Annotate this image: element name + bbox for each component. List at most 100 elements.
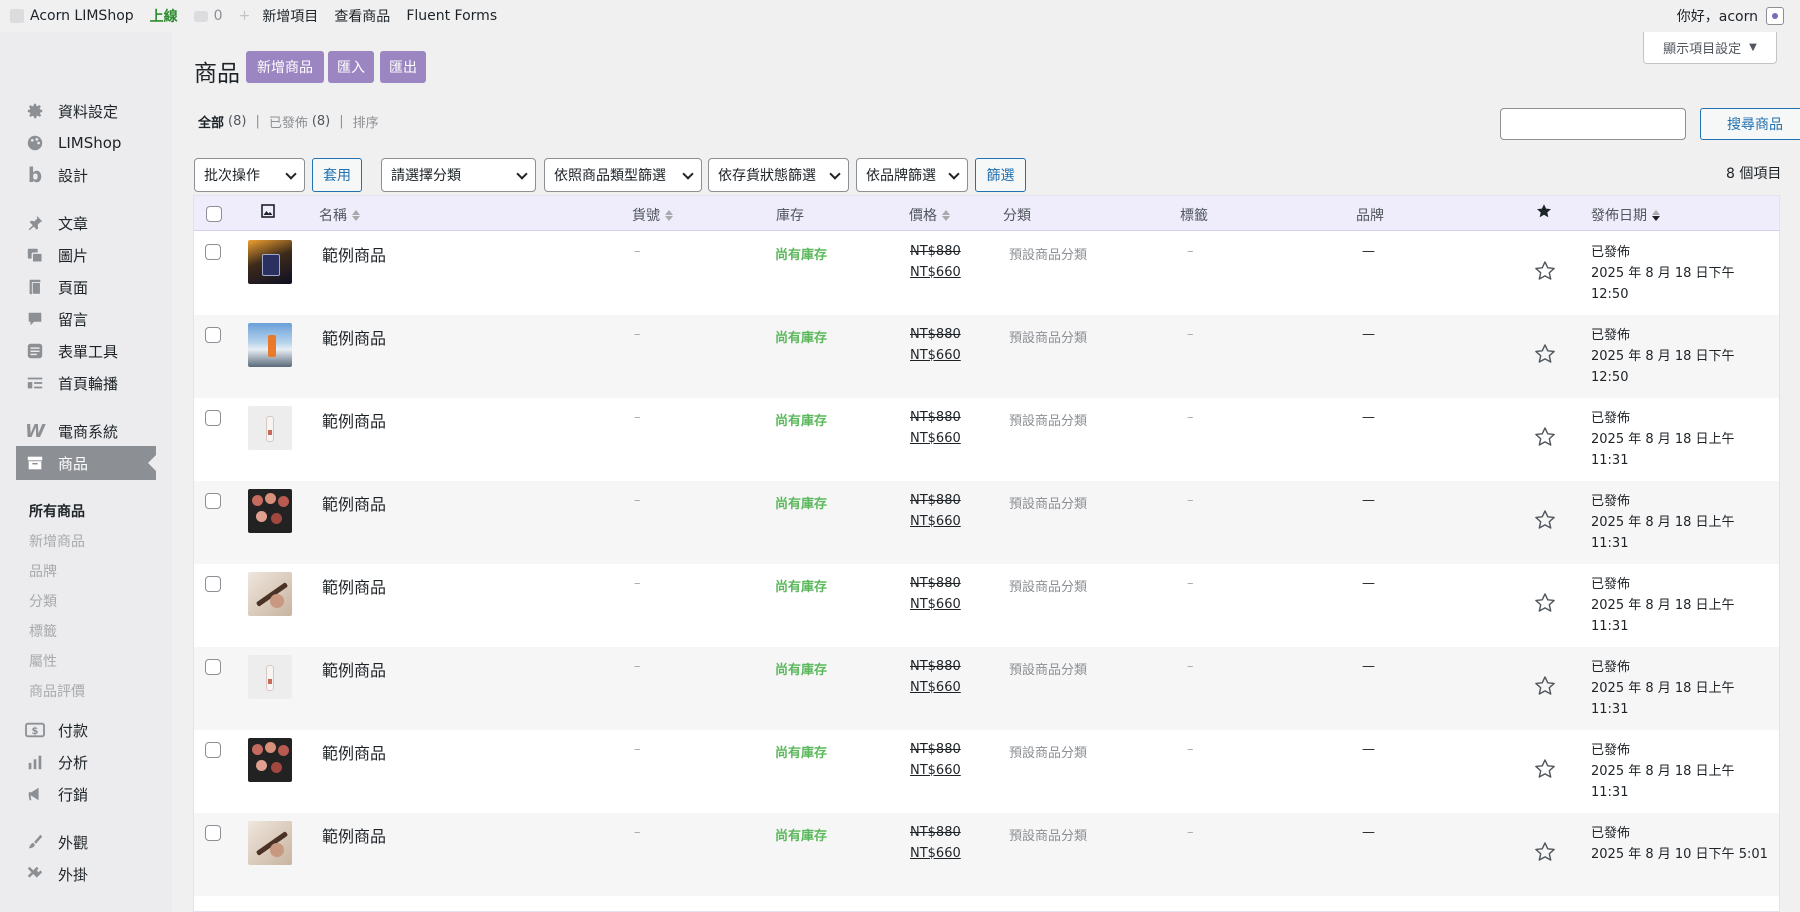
- sku-column-header[interactable]: 貨號: [632, 205, 673, 225]
- menu-item-analytics[interactable]: 分析: [16, 745, 156, 779]
- row-checkbox[interactable]: [205, 825, 221, 841]
- featured-star-icon[interactable]: [1534, 592, 1556, 614]
- product-type-filter-select[interactable]: 依照商品類型篩選: [544, 158, 702, 192]
- product-name[interactable]: 範例商品: [322, 574, 386, 598]
- menu-item-settings[interactable]: 資料設定: [16, 94, 156, 128]
- product-category[interactable]: 預設商品分類: [1009, 493, 1087, 512]
- product-category[interactable]: 預設商品分類: [1009, 410, 1087, 429]
- price-column-header[interactable]: 價格: [909, 205, 950, 225]
- view-products-link[interactable]: 查看商品: [326, 0, 398, 32]
- featured-star-icon[interactable]: [1534, 758, 1556, 780]
- product-category[interactable]: 預設商品分類: [1009, 327, 1087, 346]
- search-products-button[interactable]: 搜尋商品: [1700, 108, 1800, 140]
- product-name[interactable]: 範例商品: [322, 823, 386, 847]
- featured-star-icon[interactable]: [1534, 260, 1556, 282]
- view-sort[interactable]: 排序: [353, 112, 379, 131]
- bulk-actions-select[interactable]: 批次操作: [194, 158, 305, 192]
- date-column-header[interactable]: 發佈日期: [1591, 205, 1660, 225]
- publish-date: 2025 年 8 月 18 日下午: [1591, 349, 1735, 364]
- menu-item-products[interactable]: 商品: [16, 446, 157, 480]
- submenu-brands[interactable]: 品牌: [29, 561, 57, 581]
- view-published[interactable]: 已發佈: [269, 112, 308, 131]
- featured-star-icon[interactable]: [1534, 509, 1556, 531]
- row-checkbox[interactable]: [205, 493, 221, 509]
- menu-item-posts[interactable]: 文章: [16, 206, 156, 240]
- product-category[interactable]: 預設商品分類: [1009, 825, 1087, 844]
- brand-filter-select[interactable]: 依品牌篩選: [856, 158, 968, 192]
- product-thumbnail-mountain[interactable]: [248, 323, 292, 367]
- product-name[interactable]: 範例商品: [322, 408, 386, 432]
- menu-item-ecommerce[interactable]: W 電商系統: [16, 414, 156, 448]
- product-thumbnail-palette[interactable]: [248, 738, 292, 782]
- name-column-header[interactable]: 名稱: [319, 205, 360, 225]
- import-button[interactable]: 匯入: [328, 51, 374, 83]
- category-filter-value: 請選擇分類: [391, 168, 461, 184]
- submenu-reviews[interactable]: 商品評價: [29, 681, 85, 701]
- product-thumbnail-bottle[interactable]: [248, 406, 292, 450]
- row-checkbox[interactable]: [205, 244, 221, 260]
- product-thumbnail-palette[interactable]: [248, 489, 292, 533]
- avatar[interactable]: [1766, 7, 1784, 25]
- row-checkbox[interactable]: [205, 576, 221, 592]
- plus-icon[interactable]: +: [231, 0, 255, 32]
- search-input[interactable]: [1500, 108, 1686, 140]
- fluent-forms-link[interactable]: Fluent Forms: [398, 0, 505, 32]
- product-name[interactable]: 範例商品: [322, 325, 386, 349]
- column-label: 名稱: [319, 208, 347, 224]
- publish-info: 已發佈 2025 年 8 月 18 日上午 11:31: [1591, 491, 1735, 554]
- apply-button[interactable]: 套用: [312, 158, 362, 192]
- menu-item-forms[interactable]: 表單工具: [16, 334, 156, 368]
- submenu-all-products[interactable]: 所有商品: [29, 501, 85, 521]
- new-item-link[interactable]: 新增項目: [254, 0, 326, 32]
- product-thumbnail-brush[interactable]: [248, 821, 292, 865]
- filter-button[interactable]: 篩選: [975, 158, 1026, 192]
- submenu-categories[interactable]: 分類: [29, 591, 57, 611]
- product-name[interactable]: 範例商品: [322, 740, 386, 764]
- menu-item-pages[interactable]: 頁面: [16, 270, 156, 304]
- menu-item-home-slider[interactable]: 首頁輪播: [16, 366, 156, 400]
- stock-filter-select[interactable]: 依存貨狀態篩選: [708, 158, 849, 192]
- product-tags: –: [1187, 244, 1194, 259]
- view-all[interactable]: 全部: [198, 112, 224, 131]
- featured-star-icon[interactable]: [1534, 426, 1556, 448]
- user-greeting[interactable]: 你好，acorn: [1677, 6, 1758, 26]
- menu-item-plugins[interactable]: 外掛: [16, 857, 156, 891]
- product-category[interactable]: 預設商品分類: [1009, 576, 1087, 595]
- add-product-button[interactable]: 新增商品: [246, 51, 324, 83]
- product-category[interactable]: 預設商品分類: [1009, 659, 1087, 678]
- submenu-attributes[interactable]: 屬性: [29, 651, 57, 671]
- featured-star-icon[interactable]: [1534, 343, 1556, 365]
- product-thumbnail-perfume[interactable]: [248, 240, 292, 284]
- product-name[interactable]: 範例商品: [322, 242, 386, 266]
- product-thumbnail-brush[interactable]: [248, 572, 292, 616]
- live-status[interactable]: 上線: [142, 0, 186, 32]
- product-name[interactable]: 範例商品: [322, 491, 386, 515]
- submenu-tags[interactable]: 標籤: [29, 621, 57, 641]
- publish-status: 已發佈: [1591, 328, 1631, 343]
- menu-item-marketing[interactable]: 行銷: [16, 777, 156, 811]
- row-checkbox[interactable]: [205, 410, 221, 426]
- publish-time: 11:31: [1591, 536, 1629, 551]
- menu-item-design[interactable]: b 設計: [16, 158, 156, 192]
- row-checkbox[interactable]: [205, 659, 221, 675]
- category-filter-select[interactable]: 請選擇分類: [381, 158, 536, 192]
- menu-item-comments[interactable]: 留言: [16, 302, 156, 336]
- submenu-add-product[interactable]: 新增商品: [29, 531, 85, 551]
- select-all-checkbox[interactable]: [206, 206, 222, 222]
- export-button[interactable]: 匯出: [380, 51, 426, 83]
- row-checkbox[interactable]: [205, 327, 221, 343]
- featured-star-icon[interactable]: [1534, 841, 1556, 863]
- menu-item-payments[interactable]: $ 付款: [16, 713, 156, 747]
- product-category[interactable]: 預設商品分類: [1009, 742, 1087, 761]
- featured-star-icon[interactable]: [1534, 675, 1556, 697]
- product-name[interactable]: 範例商品: [322, 657, 386, 681]
- site-name-link[interactable]: Acorn LIMShop: [0, 0, 142, 32]
- comments-link[interactable]: 0: [186, 0, 231, 32]
- row-checkbox[interactable]: [205, 742, 221, 758]
- product-thumbnail-bottle[interactable]: [248, 655, 292, 699]
- screen-options-button[interactable]: 顯示項目設定 ▼: [1643, 32, 1777, 64]
- menu-item-limshop[interactable]: LIMShop: [16, 126, 156, 160]
- menu-item-media[interactable]: 圖片: [16, 238, 156, 272]
- menu-item-appearance[interactable]: 外觀: [16, 825, 156, 859]
- product-category[interactable]: 預設商品分類: [1009, 244, 1087, 263]
